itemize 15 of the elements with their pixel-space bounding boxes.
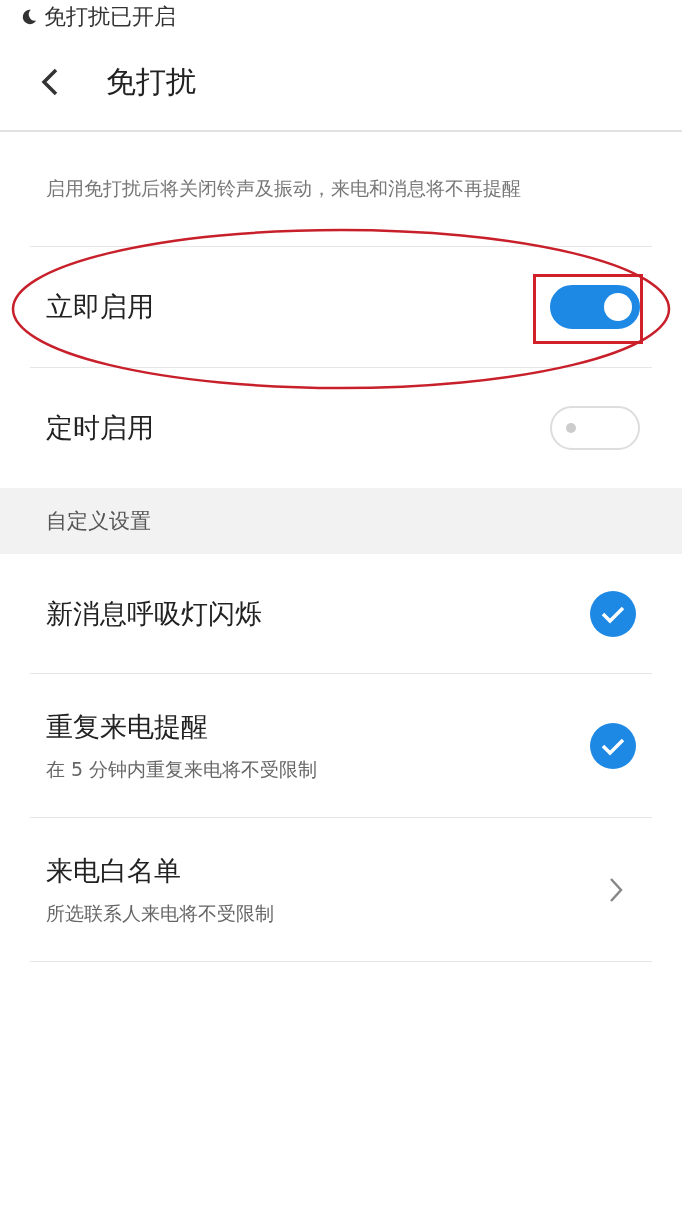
setting-label: 立即启用 — [46, 290, 154, 324]
setting-label: 定时启用 — [46, 411, 154, 445]
moon-icon — [20, 8, 38, 26]
description: 启用免打扰后将关闭铃声及振动，来电和消息将不再提醒 — [45, 176, 521, 201]
setting-label: 新消息呼吸灯闪烁 — [46, 596, 262, 631]
page-title: 免打扰 — [106, 62, 196, 101]
setting-label: 来电白名单 — [46, 853, 182, 888]
section-header: 自定义设置 — [46, 508, 151, 535]
status-notice: 免打扰已开启 — [44, 3, 176, 31]
setting-label: 重复来电提醒 — [46, 709, 209, 744]
setting-description: 在 5 分钟内重复来电将不受限制 — [46, 756, 318, 782]
setting-description: 所选联系人来电将不受限制 — [46, 900, 274, 926]
toggle-switch[interactable] — [550, 285, 640, 329]
checkbox[interactable] — [590, 722, 636, 769]
checkbox[interactable] — [590, 590, 636, 637]
